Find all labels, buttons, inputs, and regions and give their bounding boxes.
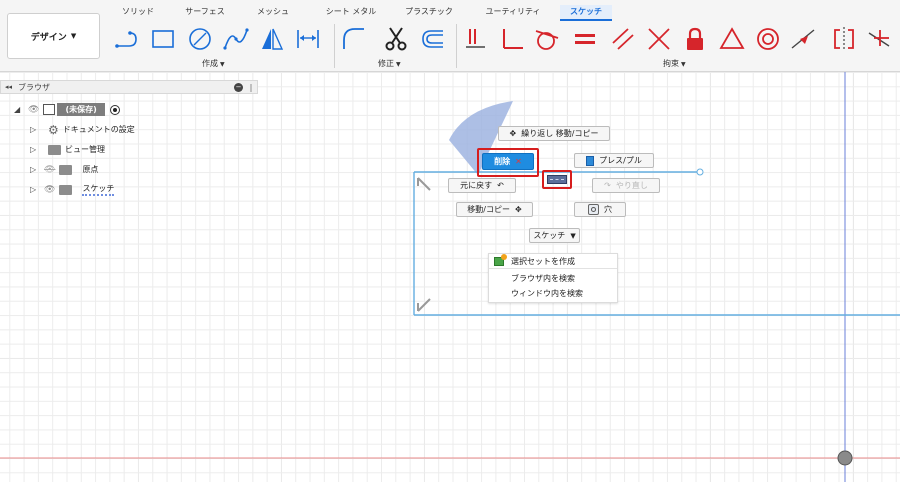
move-arrows-icon: ✥ [515,205,522,214]
tab-surface[interactable]: サーフェス [175,5,235,21]
tab-plastic[interactable]: プラスチック [398,5,460,21]
eye-hidden-icon[interactable]: 👁 [44,165,55,175]
perpendicular-icon[interactable] [498,24,526,54]
minimize-icon[interactable]: − [234,82,243,92]
expand-triangle-icon[interactable]: ◢ [14,105,24,114]
tree-item-label: スケッチ [82,183,115,196]
folder-icon [59,184,73,195]
tree-item-label: 原点 [82,165,99,174]
folder-icon [59,164,73,175]
collapse-icon[interactable]: ◂◂ [5,83,12,91]
hole-icon [588,204,599,215]
undo-arrow-icon: ↶ [497,181,504,190]
move-arrows-icon: ✥ [509,129,517,138]
eye-icon[interactable]: 👁 [44,185,55,195]
line-icon[interactable] [113,24,141,54]
dimension-icon[interactable] [294,24,322,54]
menu-item-find-in-browser[interactable]: ブラウザ内を検索 [489,271,617,286]
horizontal-vertical-icon[interactable] [866,24,894,54]
scissors-icon[interactable] [382,24,410,54]
undo-button[interactable]: 元に戻す ↶ [448,178,516,193]
fillet-icon[interactable] [340,24,368,54]
workspace-switcher[interactable]: デザイン ▼ [7,13,100,59]
offset-icon[interactable] [418,24,446,54]
sketch-dropdown-button[interactable]: スケッチ ▼ [529,228,580,243]
tree-item-document-settings[interactable]: ▷ ⚙ ドキュメントの設定 [30,121,135,138]
chevron-down-icon: ▼ [70,32,77,40]
redo-button[interactable]: ↷ やり直し [592,178,660,193]
hole-button[interactable]: 穴 [574,202,626,217]
repeat-move-copy-button[interactable]: ✥ 繰り返し 移動/コピー [498,126,610,141]
expand-triangle-icon[interactable]: ▷ [30,145,40,154]
equal-icon[interactable] [571,24,599,54]
spline-icon[interactable] [222,24,250,54]
mirror-triangle-icon[interactable] [258,24,286,54]
delete-button[interactable]: 削除 ✕ [482,153,534,170]
tree-item-label: ビュー管理 [65,145,105,154]
component-icon [43,104,56,115]
triangle-icon[interactable] [718,24,746,54]
redo-arrow-icon: ↷ [604,181,611,190]
ribbon-divider [334,24,335,68]
rectangle-icon[interactable] [149,24,177,54]
drag-handle-icon[interactable]: ‖ [249,83,253,92]
tab-utilities[interactable]: ユーティリティ [478,5,548,21]
workspace-label: デザイン [30,32,67,43]
lock-icon[interactable] [681,24,709,54]
press-pull-button[interactable]: プレス/プル [574,153,654,168]
symmetry-icon[interactable] [830,24,858,54]
parallel-icon[interactable] [609,24,637,54]
press-pull-icon [586,155,595,166]
expand-triangle-icon[interactable]: ▷ [30,165,40,174]
gear-icon: ⚙ [48,122,59,137]
context-submenu: 選択セットを作成 ブラウザ内を検索 ウィンドウ内を検索 [488,253,618,303]
coincident-icon[interactable] [645,24,673,54]
folder-icon [48,144,61,155]
midpoint-icon[interactable] [789,24,817,54]
root-label: (未保存) [57,103,105,116]
tab-mesh[interactable]: メッシュ [245,5,301,21]
browser-header: ◂◂ ブラウザ − ‖ [0,80,258,94]
tree-root[interactable]: ◢ 👁 (未保存) [14,101,120,118]
marking-menu-center-icon[interactable] [547,175,567,184]
tree-item-sketch[interactable]: ▷ 👁 スケッチ [30,181,115,198]
menu-item-create-selection-set[interactable]: 選択セットを作成 [489,254,617,269]
ribbon-divider [456,24,457,68]
move-copy-button[interactable]: 移動/コピー ✥ [456,202,533,217]
activate-radio-icon[interactable] [109,104,120,115]
expand-triangle-icon[interactable]: ▷ [30,125,40,134]
toolbar-ribbon: デザイン ▼ ソリッド サーフェス メッシュ シート メタル プラスチック ユー… [0,0,900,72]
group-label-modify[interactable]: 修正 ▼ [378,58,401,69]
eye-icon[interactable]: 👁 [28,105,39,115]
menu-item-find-in-window[interactable]: ウィンドウ内を検索 [489,286,617,301]
selection-set-icon [494,254,507,266]
circle-icon[interactable] [186,24,214,54]
tab-sheet-metal[interactable]: シート メタル [316,5,386,21]
browser-title: ブラウザ [18,82,51,92]
delete-x-icon: ✕ [515,157,522,166]
chevron-down-icon: ▼ [570,231,576,240]
fix-icon[interactable] [462,24,490,54]
group-label-create[interactable]: 作成 ▼ [202,58,225,69]
tab-sketch[interactable]: スケッチ [560,5,612,21]
browser-panel: ◂◂ ブラウザ − ‖ ◢ 👁 (未保存) ▷ ⚙ ドキュメントの設定 ▷ ビュ… [0,80,258,205]
tree-item-view-management[interactable]: ▷ ビュー管理 [30,141,105,158]
tree-item-origin[interactable]: ▷ 👁 原点 [30,161,98,178]
concentric-icon[interactable] [754,24,782,54]
group-label-constraints[interactable]: 拘束 ▼ [663,58,686,69]
tangent-icon[interactable] [533,24,561,54]
tab-solid[interactable]: ソリッド [112,5,164,21]
expand-triangle-icon[interactable]: ▷ [30,185,40,194]
tree-item-label: ドキュメントの設定 [62,125,135,134]
